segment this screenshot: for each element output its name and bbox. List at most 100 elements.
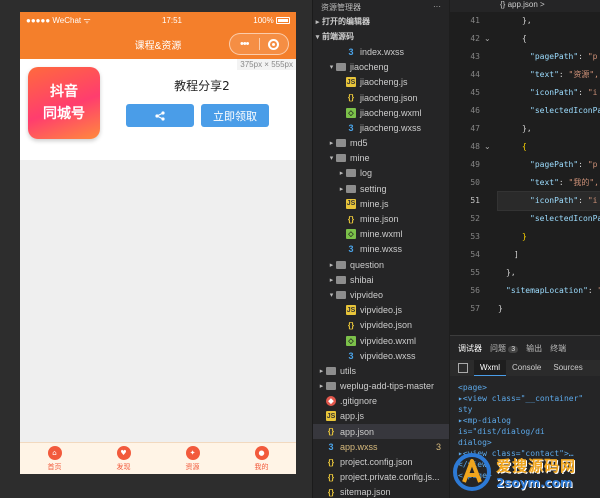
- problem-count-badge: 3: [435, 441, 441, 452]
- fold-chevron-icon[interactable]: ⌄: [484, 142, 491, 151]
- tutorial-title: 教程分享2: [174, 79, 230, 93]
- tab-terminal[interactable]: 终端: [550, 343, 566, 354]
- code-line[interactable]: }: [498, 300, 600, 318]
- code-line[interactable]: }: [498, 228, 600, 246]
- tree-folder[interactable]: ▸ question: [313, 257, 449, 272]
- tree-file[interactable]: ◇ jiaocheng.wxml: [313, 105, 449, 120]
- tree-file[interactable]: {} mine.json: [313, 211, 449, 226]
- code-line[interactable]: "iconPath": "i: [497, 191, 600, 211]
- file-name: jiaocheng.wxml: [360, 107, 422, 118]
- code-line[interactable]: "selectedIconPa: [498, 102, 600, 120]
- tree-folder[interactable]: ▸ utils: [313, 363, 449, 378]
- tree-folder[interactable]: ▾ vipvideo: [313, 287, 449, 302]
- share-button[interactable]: [126, 104, 194, 127]
- tree-file[interactable]: {} vipvideo.json: [313, 318, 449, 333]
- tree-file[interactable]: JS vipvideo.js: [313, 303, 449, 318]
- tree-file[interactable]: 3 vipvideo.wxss: [313, 348, 449, 363]
- tree-folder[interactable]: ▾ mine: [313, 151, 449, 166]
- tree-folder[interactable]: ▸ setting: [313, 181, 449, 196]
- watermark-logo-icon: [453, 453, 491, 491]
- chevron-right-icon: ▸: [329, 140, 334, 148]
- tree-file[interactable]: {} project.config.json: [313, 454, 449, 469]
- code-line[interactable]: ]: [498, 246, 600, 264]
- tab-problems[interactable]: 问题 3: [490, 343, 519, 354]
- fold-chevron-icon[interactable]: ⌄: [484, 34, 491, 43]
- problem-count-badge: 3: [508, 345, 519, 353]
- tutorial-card: 375px × 555px 抖音 同城号 教程分享2 立即领取: [20, 59, 296, 160]
- close-miniprogram-icon[interactable]: [260, 34, 289, 54]
- more-menu-icon[interactable]: •••: [230, 34, 259, 54]
- panel-sources[interactable]: Sources: [547, 360, 588, 376]
- code-line[interactable]: },: [498, 120, 600, 138]
- code-line[interactable]: "text": "我的",: [498, 174, 600, 192]
- chevron-right-icon: ▸: [329, 261, 334, 269]
- tree-file[interactable]: 3 app.wxss 3: [313, 439, 449, 454]
- tab-output[interactable]: 输出: [526, 343, 542, 354]
- file-name: project.config.json: [340, 457, 413, 468]
- file-name: weplug-add-tips-master: [340, 381, 435, 392]
- tab-mine[interactable]: ● 我的: [227, 443, 296, 474]
- tree-file[interactable]: ◆ .gitignore: [313, 394, 449, 409]
- line-number: 52: [470, 214, 480, 223]
- code-line[interactable]: {: [498, 138, 600, 156]
- wxml-node[interactable]: ▸<mp-dialog is="dist/dialog/di: [458, 415, 600, 437]
- tree-file[interactable]: {} sitemap.json: [313, 485, 449, 498]
- wxml-node[interactable]: <page>: [458, 382, 600, 393]
- wxml-file-icon: ◇: [346, 107, 356, 118]
- code-line[interactable]: "selectedIconPa: [498, 210, 600, 228]
- json-file-icon: {}: [347, 214, 355, 224]
- tree-file[interactable]: 3 jiaocheng.wxss: [313, 120, 449, 135]
- line-number: 54: [470, 250, 480, 259]
- panel-wxml[interactable]: Wxml: [474, 360, 506, 376]
- tab-home[interactable]: ⌂ 首页: [20, 443, 89, 474]
- tree-file[interactable]: {} jiaocheng.json: [313, 90, 449, 105]
- code-line[interactable]: },: [498, 264, 600, 282]
- wxml-node[interactable]: dialog>: [458, 437, 600, 448]
- code-line[interactable]: "sitemapLocation": ": [498, 282, 600, 300]
- tree-folder[interactable]: ▾ jiaocheng: [313, 60, 449, 75]
- wxml-node[interactable]: ▸<view class="__container" sty: [458, 393, 600, 415]
- file-name: jiaocheng: [350, 62, 389, 73]
- open-editors-section[interactable]: ▸ 打开的编辑器: [313, 14, 449, 29]
- code-line[interactable]: "text": "资源",: [498, 66, 600, 84]
- tree-file[interactable]: ◇ mine.wxml: [313, 227, 449, 242]
- code-line[interactable]: },: [498, 12, 600, 30]
- folder-icon: [336, 139, 346, 148]
- panel-console[interactable]: Console: [506, 360, 547, 376]
- code-line[interactable]: {: [498, 30, 600, 48]
- file-name: question: [350, 259, 385, 270]
- tree-file[interactable]: {} project.private.config.js...: [313, 470, 449, 485]
- code-line[interactable]: "pagePath": "p: [498, 156, 600, 174]
- chevron-down-icon: ▾: [329, 291, 334, 299]
- chevron-right-icon: ▸: [319, 367, 324, 375]
- project-section[interactable]: ▾ 前端源码: [313, 29, 449, 44]
- tree-file[interactable]: JS app.js: [313, 409, 449, 424]
- tree-folder[interactable]: ▸ weplug-add-tips-master: [313, 379, 449, 394]
- file-name: jiaocheng.wxss: [360, 122, 422, 133]
- tree-file[interactable]: 3 index.wxss: [313, 44, 449, 59]
- get-now-button[interactable]: 立即领取: [201, 104, 269, 127]
- line-number: 48: [470, 142, 480, 151]
- tab-resources[interactable]: ✦ 资源: [158, 443, 227, 474]
- tree-file[interactable]: 3 mine.wxss: [313, 242, 449, 257]
- code-line[interactable]: "pagePath": "p: [498, 48, 600, 66]
- tree-file[interactable]: ◇ vipvideo.wxml: [313, 333, 449, 348]
- more-actions-icon[interactable]: ···: [433, 2, 441, 12]
- tab-discover[interactable]: ♥ 发现: [89, 443, 158, 474]
- code-line[interactable]: "iconPath": "i: [498, 84, 600, 102]
- editor-breadcrumb[interactable]: {} app.json >: [450, 0, 600, 12]
- battery-icon: [275, 17, 290, 25]
- code-lines[interactable]: },{"pagePath": "p "text": "资源", "iconPath"…: [497, 12, 600, 318]
- code-editor[interactable]: {} app.json > 41 42 43 44 45 46 47 48 49 50 51 52 53…: [450, 0, 600, 335]
- tree-file[interactable]: {} app.json: [313, 424, 449, 440]
- wxml-file-icon: ◇: [346, 229, 356, 240]
- tree-file[interactable]: JS mine.js: [313, 196, 449, 211]
- menu-capsule: •••: [229, 33, 289, 55]
- tree-folder[interactable]: ▸ md5: [313, 136, 449, 151]
- inspect-element-icon[interactable]: [458, 363, 468, 373]
- tree-folder[interactable]: ▸ shibai: [313, 272, 449, 287]
- tab-debugger[interactable]: 调试器: [458, 343, 482, 354]
- tree-file[interactable]: JS jiaocheng.js: [313, 75, 449, 90]
- chevron-right-icon: ▸: [319, 383, 324, 391]
- tree-folder[interactable]: ▸ log: [313, 166, 449, 181]
